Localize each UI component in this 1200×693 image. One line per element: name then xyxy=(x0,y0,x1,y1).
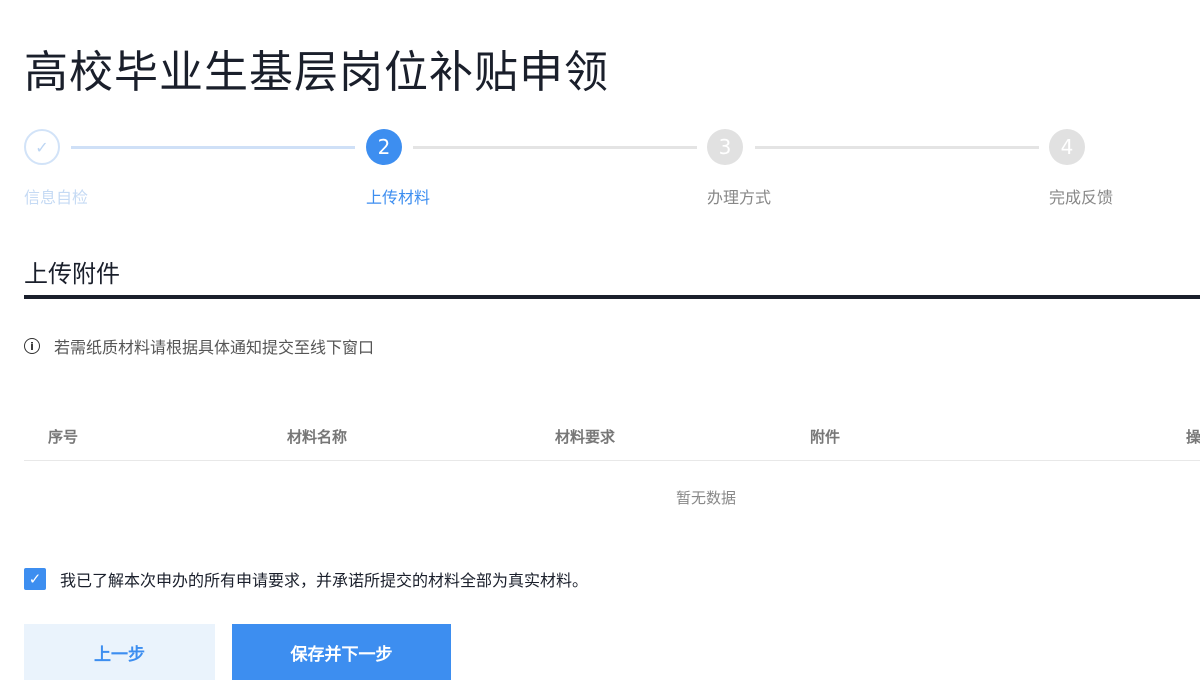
agreement-checkbox[interactable]: ✓ xyxy=(24,568,46,590)
notice: i 若需纸质材料请根据具体通知提交至线下窗口 xyxy=(24,334,374,358)
step-1-done-icon: ✓ xyxy=(24,129,60,165)
col-action: 操作 xyxy=(1186,428,1200,446)
save-next-button[interactable]: 保存并下一步 xyxy=(232,624,451,680)
col-attachment: 附件 xyxy=(810,428,841,446)
col-material-name: 材料名称 xyxy=(287,428,348,446)
step-4-pending: 4 xyxy=(1049,129,1085,165)
table-header: 序号 材料名称 材料要求 附件 操作 xyxy=(24,410,1200,461)
info-icon: i xyxy=(24,338,40,354)
step-3-label: 办理方式 xyxy=(707,188,772,207)
section-title: 上传附件 xyxy=(24,260,120,288)
step-1-label: 信息自检 xyxy=(24,188,89,207)
step-connector xyxy=(71,146,355,149)
step-2-active: 2 xyxy=(366,129,402,165)
step-4-label: 完成反馈 xyxy=(1049,188,1114,207)
prev-step-button[interactable]: 上一步 xyxy=(24,624,215,680)
step-2-label: 上传材料 xyxy=(366,188,431,207)
section-divider xyxy=(24,295,1200,299)
notice-text: 若需纸质材料请根据具体通知提交至线下窗口 xyxy=(54,338,375,357)
agreement-text: 我已了解本次申办的所有申请要求，并承诺所提交的材料全部为真实材料。 xyxy=(60,571,589,590)
page-title: 高校毕业生基层岗位补贴申领 xyxy=(24,47,609,98)
step-connector xyxy=(413,146,697,149)
step-connector xyxy=(755,146,1039,149)
step-3-pending: 3 xyxy=(707,129,743,165)
table-empty: 暂无数据 xyxy=(676,489,737,507)
agreement: ✓ 我已了解本次申办的所有申请要求，并承诺所提交的材料全部为真实材料。 xyxy=(24,567,588,591)
col-material-requirement: 材料要求 xyxy=(555,428,616,446)
col-index: 序号 xyxy=(48,428,79,446)
